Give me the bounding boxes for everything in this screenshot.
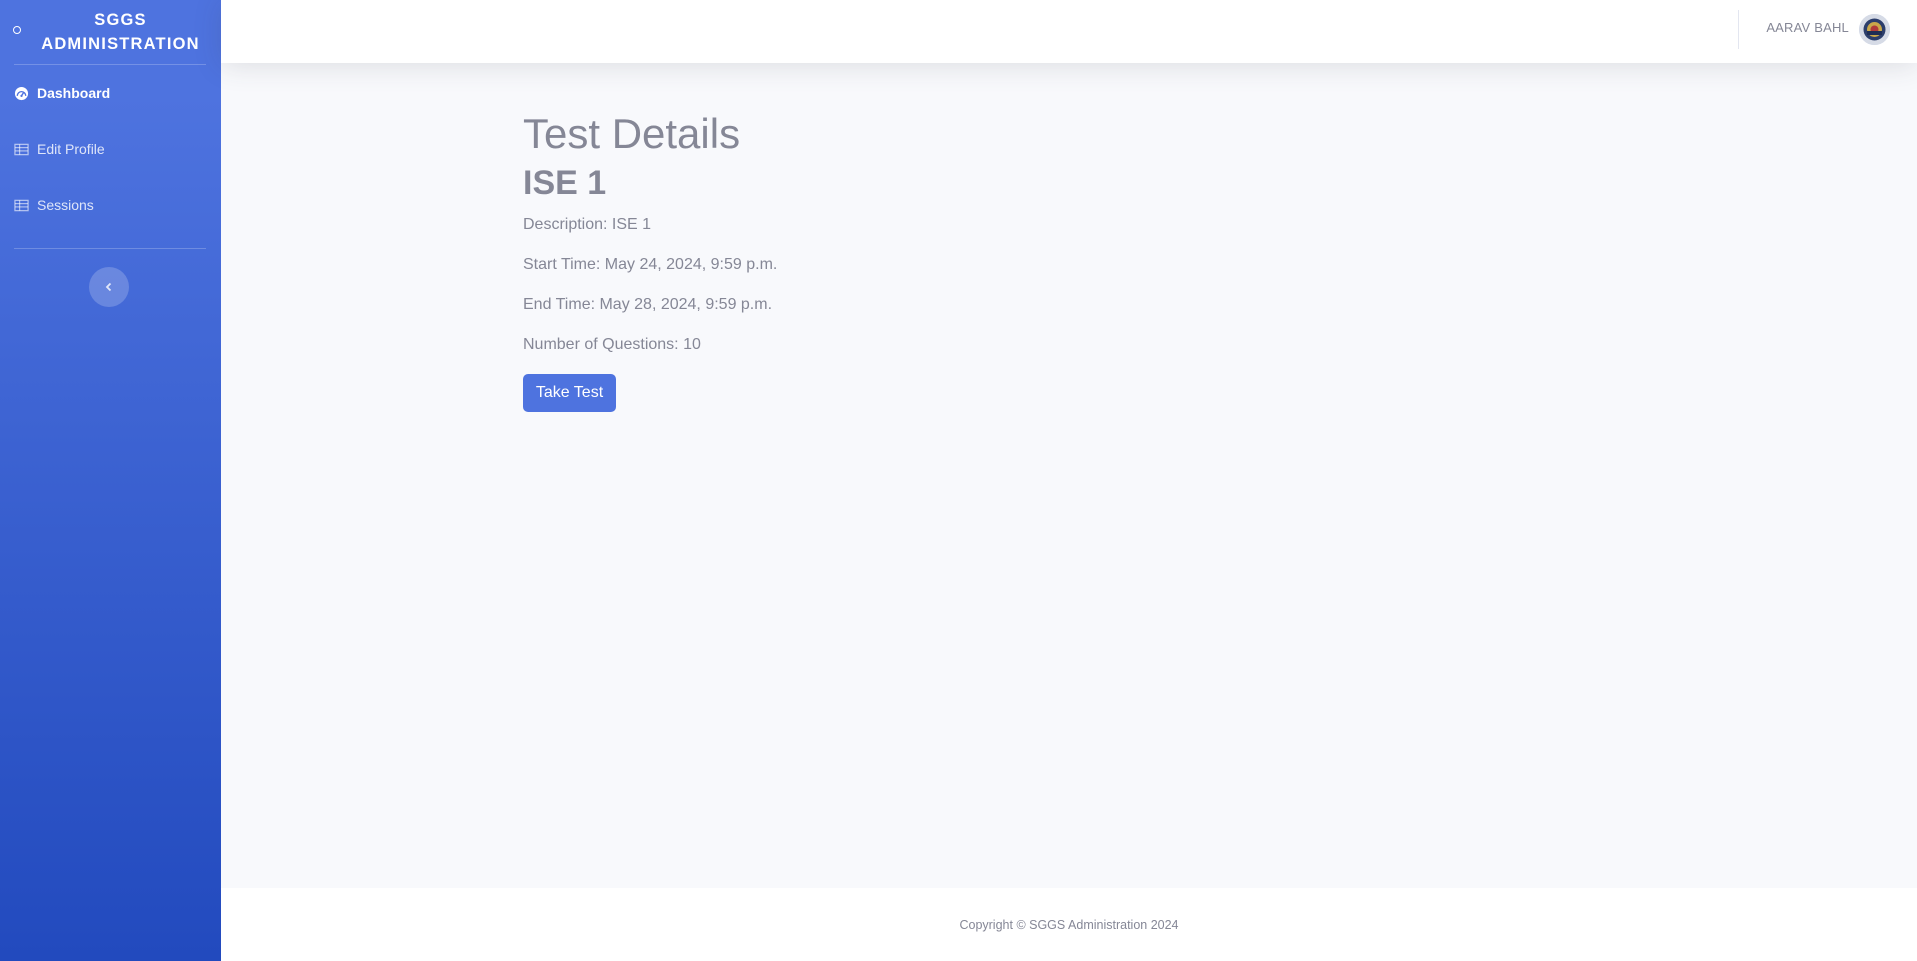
sidebar-brand[interactable]: SGGS Administration — [0, 0, 221, 64]
sidebar-divider — [14, 64, 206, 65]
brand-text: SGGS Administration — [41, 11, 200, 53]
sidebar-item-label: Dashboard — [37, 85, 111, 101]
test-end-time: End Time: May 28, 2024, 9:59 p.m. — [523, 296, 773, 313]
test-name: ISE 1 — [523, 164, 607, 202]
footer: Copyright © SGGS Administration 2024 — [221, 888, 1917, 961]
sidebar: SGGS Administration Dashboard Edit Profi… — [0, 0, 221, 961]
sidebar-item-label: Sessions — [37, 197, 94, 213]
page-title: Test Details — [523, 110, 741, 157]
sidebar-item-sessions[interactable]: Sessions — [0, 190, 221, 220]
copyright-text: Copyright © SGGS Administration 2024 — [959, 917, 1179, 932]
sidebar-item-label: Edit Profile — [37, 141, 105, 157]
avatar[interactable] — [1859, 14, 1890, 45]
topbar-divider — [1738, 10, 1739, 49]
topbar: AARAV BAHL — [221, 0, 1917, 63]
user-name[interactable]: AARAV BAHL — [1766, 20, 1849, 35]
brand-icon — [13, 26, 21, 34]
sidebar-toggle-button[interactable] — [89, 267, 129, 307]
sidebar-item-edit-profile[interactable]: Edit Profile — [0, 134, 221, 164]
tachometer-icon — [14, 86, 29, 100]
test-start-time: Start Time: May 24, 2024, 9:59 p.m. — [523, 256, 778, 273]
table-icon — [14, 143, 29, 155]
table-icon — [14, 199, 29, 211]
sidebar-divider — [14, 248, 206, 249]
sidebar-item-dashboard[interactable]: Dashboard — [0, 78, 221, 108]
avatar-image-icon — [1859, 14, 1890, 45]
test-question-count: Number of Questions: 10 — [523, 336, 701, 353]
take-test-button[interactable]: Take Test — [523, 374, 616, 412]
chevron-left-icon — [105, 282, 112, 292]
test-description: Description: ISE 1 — [523, 216, 652, 233]
